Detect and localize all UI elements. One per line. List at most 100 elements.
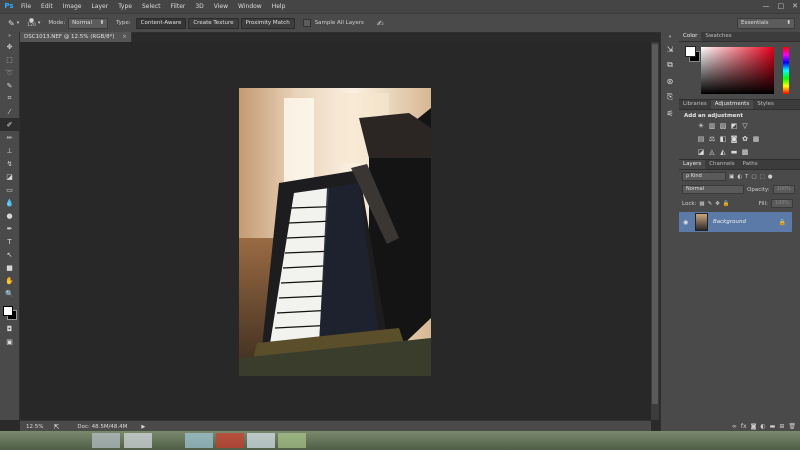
hue-slider[interactable] bbox=[783, 47, 789, 94]
brush-tool-icon[interactable]: ✏ bbox=[0, 131, 19, 144]
new-adjustment-icon[interactable]: ◐ bbox=[760, 423, 765, 430]
menu-type[interactable]: Type bbox=[113, 0, 137, 13]
vertical-scrollbar[interactable] bbox=[651, 42, 659, 420]
foreground-color-swatch[interactable] bbox=[3, 306, 13, 316]
scrollbar-thumb[interactable] bbox=[652, 44, 658, 404]
history-panel-icon[interactable]: ⇲ bbox=[661, 41, 679, 57]
add-mask-icon[interactable]: ◙ bbox=[751, 423, 757, 430]
brush-presets-panel-icon[interactable]: ⎘ bbox=[661, 89, 679, 105]
document-image[interactable] bbox=[239, 88, 431, 376]
screen-mode-icon[interactable]: ▣ bbox=[0, 335, 19, 348]
tool-presets-panel-icon[interactable]: ⚟ bbox=[661, 105, 679, 121]
link-layers-icon[interactable]: ∞ bbox=[732, 423, 737, 430]
menu-3d[interactable]: 3D bbox=[190, 0, 208, 13]
delete-layer-icon[interactable]: 🗑 bbox=[788, 423, 796, 430]
filter-adjustment-icon[interactable]: ◐ bbox=[737, 174, 742, 180]
color-lookup-icon[interactable]: ▦ bbox=[752, 135, 760, 143]
invert-icon[interactable]: ◪ bbox=[697, 148, 705, 156]
zoom-tool-icon[interactable]: 🔍 bbox=[0, 287, 19, 300]
tab-libraries[interactable]: Libraries bbox=[679, 100, 711, 109]
toolbar-collapse-icon[interactable]: » bbox=[0, 32, 19, 40]
tab-layers[interactable]: Layers bbox=[679, 160, 706, 169]
new-group-icon[interactable]: ▬ bbox=[770, 423, 776, 430]
quick-select-tool-icon[interactable]: ✎ bbox=[0, 79, 19, 92]
zoom-level[interactable]: 12.5% bbox=[26, 424, 43, 430]
tool-preset-chevron-icon[interactable]: ▾ bbox=[17, 20, 20, 26]
close-icon[interactable]: ✕ bbox=[792, 0, 798, 13]
taskbar-item[interactable] bbox=[185, 433, 213, 448]
healing-brush-tool-icon[interactable]: ✐ bbox=[0, 118, 19, 131]
workspace-select[interactable]: Essentials ⬍ bbox=[737, 17, 795, 29]
opacity-input[interactable]: 100% bbox=[772, 185, 795, 194]
tab-channels[interactable]: Channels bbox=[705, 160, 738, 169]
layer-row-background[interactable]: ◉ Background 🔒 bbox=[679, 212, 792, 232]
visibility-eye-icon[interactable]: ◉ bbox=[683, 219, 688, 226]
dodge-tool-icon[interactable]: ● bbox=[0, 209, 19, 222]
brush-picker[interactable]: ● 120 bbox=[27, 18, 36, 29]
posterize-icon[interactable]: ◬ bbox=[708, 148, 716, 156]
curves-icon[interactable]: ▨ bbox=[719, 122, 727, 130]
properties-panel-icon[interactable]: ⧉ bbox=[661, 57, 679, 73]
filter-smart-object-icon[interactable]: ⬚ bbox=[760, 174, 765, 180]
layer-name[interactable]: Background bbox=[713, 219, 746, 225]
blend-mode-select[interactable]: Normal bbox=[682, 185, 744, 194]
taskbar-item[interactable] bbox=[92, 433, 120, 448]
menu-select[interactable]: Select bbox=[137, 0, 166, 13]
marquee-tool-icon[interactable]: ⬚ bbox=[0, 53, 19, 66]
proximity-match-button[interactable]: Proximity Match bbox=[240, 17, 295, 29]
kind-filter-select[interactable]: ρ Kind bbox=[682, 172, 726, 181]
create-texture-button[interactable]: Create Texture bbox=[188, 17, 239, 29]
type-tool-icon[interactable]: T bbox=[0, 235, 19, 248]
fill-input[interactable]: 100% bbox=[770, 199, 794, 208]
taskbar-item[interactable] bbox=[247, 433, 275, 448]
quick-mask-icon[interactable]: ◘ bbox=[0, 322, 19, 335]
clone-stamp-tool-icon[interactable]: ⊥ bbox=[0, 144, 19, 157]
diffusion-brush-icon[interactable]: ✍ bbox=[377, 19, 384, 28]
layer-style-icon[interactable]: fx bbox=[741, 423, 747, 430]
eyedropper-tool-icon[interactable]: ⁄ bbox=[0, 105, 19, 118]
menu-file[interactable]: File bbox=[16, 0, 36, 13]
vibrance-icon[interactable]: ▽ bbox=[741, 122, 749, 130]
tab-swatches[interactable]: Swatches bbox=[701, 32, 735, 41]
filter-toggle-icon[interactable]: ● bbox=[768, 174, 773, 180]
character-panel-icon[interactable]: ⊛ bbox=[661, 73, 679, 89]
shape-tool-icon[interactable]: ■ bbox=[0, 261, 19, 274]
taskbar-item[interactable] bbox=[124, 433, 152, 448]
color-spectrum-field[interactable] bbox=[701, 47, 774, 94]
healing-brush-icon[interactable]: ✎ bbox=[8, 19, 15, 28]
history-brush-tool-icon[interactable]: ↯ bbox=[0, 157, 19, 170]
strip-collapse-icon[interactable]: « bbox=[661, 32, 679, 41]
gradient-tool-icon[interactable]: ▭ bbox=[0, 183, 19, 196]
maximize-icon[interactable]: □ bbox=[778, 0, 785, 13]
threshold-icon[interactable]: ◭ bbox=[719, 148, 727, 156]
filter-type-icon[interactable]: T bbox=[745, 174, 748, 180]
content-aware-button[interactable]: Content-Aware bbox=[135, 17, 187, 29]
lock-position-icon[interactable]: ✥ bbox=[715, 201, 720, 207]
taskbar-item[interactable] bbox=[216, 433, 244, 448]
menu-image[interactable]: Image bbox=[58, 0, 87, 13]
color-balance-icon[interactable]: ⚖ bbox=[708, 135, 716, 143]
filter-pixel-icon[interactable]: ▣ bbox=[729, 174, 734, 180]
tab-adjustments[interactable]: Adjustments bbox=[710, 100, 754, 109]
move-tool-icon[interactable]: ✥ bbox=[0, 40, 19, 53]
lasso-tool-icon[interactable]: ➰ bbox=[0, 66, 19, 79]
sample-all-layers-checkbox[interactable] bbox=[302, 19, 311, 27]
menu-help[interactable]: Help bbox=[267, 0, 291, 13]
menu-view[interactable]: View bbox=[209, 0, 233, 13]
minimize-icon[interactable]: — bbox=[763, 0, 770, 13]
exposure-icon[interactable]: ◩ bbox=[730, 122, 738, 130]
lock-image-icon[interactable]: ✎ bbox=[708, 201, 713, 207]
path-select-tool-icon[interactable]: ↖ bbox=[0, 248, 19, 261]
brush-chevron-icon[interactable]: ▾ bbox=[38, 20, 41, 26]
mode-select[interactable]: Normal ⬍ bbox=[68, 17, 109, 29]
hand-tool-icon[interactable]: ✋ bbox=[0, 274, 19, 287]
hue-saturation-icon[interactable]: ▤ bbox=[697, 135, 705, 143]
lock-transparent-icon[interactable]: ▦ bbox=[699, 201, 704, 207]
document-tab[interactable]: DSC1013.NEF @ 12.5% (RGB/8*) × bbox=[20, 32, 132, 42]
crop-tool-icon[interactable]: ⌗ bbox=[0, 92, 19, 105]
eraser-tool-icon[interactable]: ◪ bbox=[0, 170, 19, 183]
panel-foreground-swatch[interactable] bbox=[685, 46, 696, 57]
black-white-icon[interactable]: ◧ bbox=[719, 135, 727, 143]
pen-tool-icon[interactable]: ✒ bbox=[0, 222, 19, 235]
photo-filter-icon[interactable]: ◙ bbox=[730, 135, 738, 143]
